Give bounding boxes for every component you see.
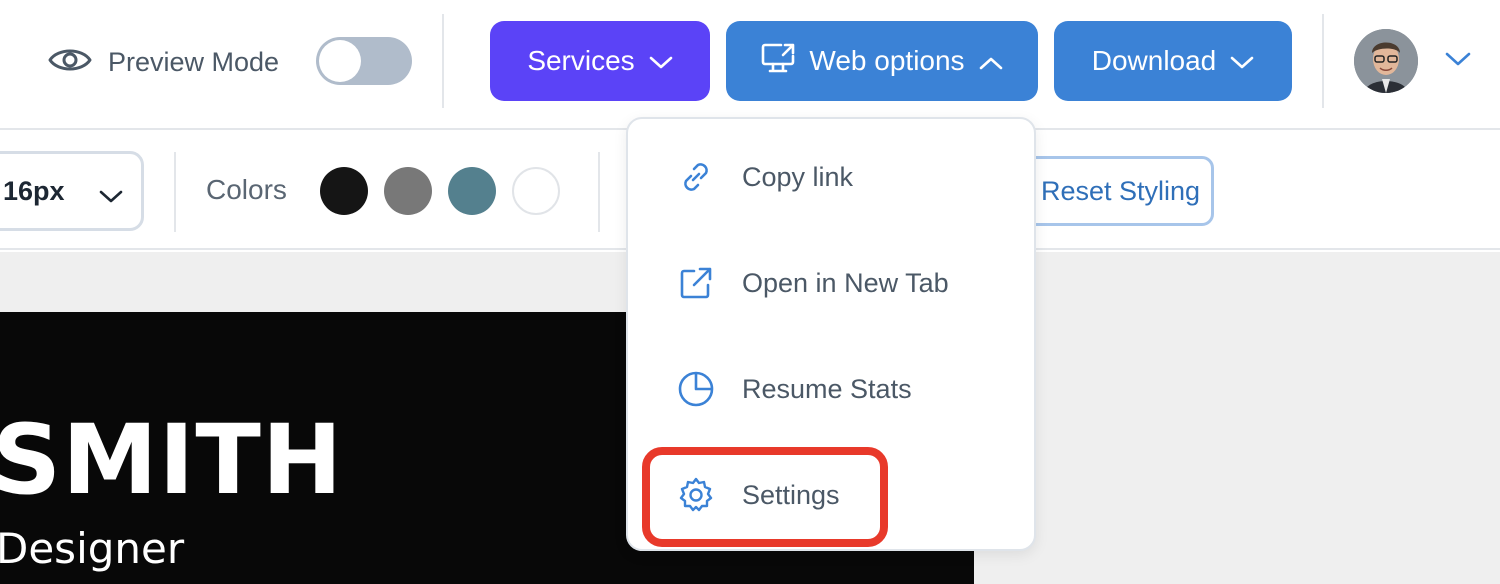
divider [442, 14, 444, 108]
external-link-icon [676, 263, 716, 303]
avatar[interactable] [1354, 29, 1418, 93]
eye-icon [48, 45, 92, 80]
divider [1322, 14, 1324, 108]
menu-item-open-new-tab[interactable]: Open in New Tab [676, 253, 949, 313]
preview-mode-toggle[interactable] [316, 37, 412, 85]
account-chevron-down-icon[interactable] [1444, 50, 1472, 73]
font-size-select[interactable]: 16px [0, 151, 144, 231]
divider [598, 152, 600, 232]
font-size-value: 16px [3, 175, 65, 206]
color-swatch-gray[interactable] [384, 167, 432, 215]
preview-mode-label: Preview Mode [108, 46, 280, 77]
download-button[interactable]: Download [1054, 21, 1292, 101]
toggle-knob [319, 40, 361, 82]
settings-highlight [642, 447, 888, 547]
chevron-down-icon [1230, 45, 1254, 77]
menu-item-copy-link[interactable]: Copy link [676, 147, 853, 207]
web-options-label: Web options [809, 45, 965, 76]
color-swatch-black[interactable] [320, 167, 368, 215]
top-bar: Preview Mode Services Web options Downlo… [0, 0, 1500, 130]
link-icon [676, 157, 716, 197]
pie-chart-icon [676, 369, 716, 409]
services-button[interactable]: Services [490, 21, 710, 101]
menu-item-label: Copy link [742, 161, 854, 192]
reset-styling-label: Reset Styling [1041, 175, 1201, 206]
color-swatch-white[interactable] [512, 167, 560, 215]
download-label: Download [1091, 45, 1217, 76]
chevron-down-icon [649, 45, 673, 77]
resume-subtitle: Designer [0, 524, 185, 573]
color-swatch-teal[interactable] [448, 167, 496, 215]
web-options-button[interactable]: Web options [726, 21, 1038, 101]
divider [174, 152, 176, 232]
chevron-up-icon [979, 45, 1003, 77]
menu-item-label: Resume Stats [742, 373, 912, 404]
chevron-down-icon [99, 180, 123, 211]
preview-mode[interactable]: Preview Mode [48, 38, 279, 86]
colors-label: Colors [206, 174, 287, 205]
menu-item-resume-stats[interactable]: Resume Stats [676, 359, 912, 419]
menu-item-label: Open in New Tab [742, 267, 949, 298]
resume-name: SMITH [0, 404, 344, 516]
app-root: Preview Mode Services Web options Downlo… [0, 0, 1500, 584]
services-label: Services [527, 45, 635, 76]
monitor-share-icon [761, 42, 795, 81]
web-options-menu: Copy link Open in New Tab Resume Stats S… [626, 117, 1036, 551]
